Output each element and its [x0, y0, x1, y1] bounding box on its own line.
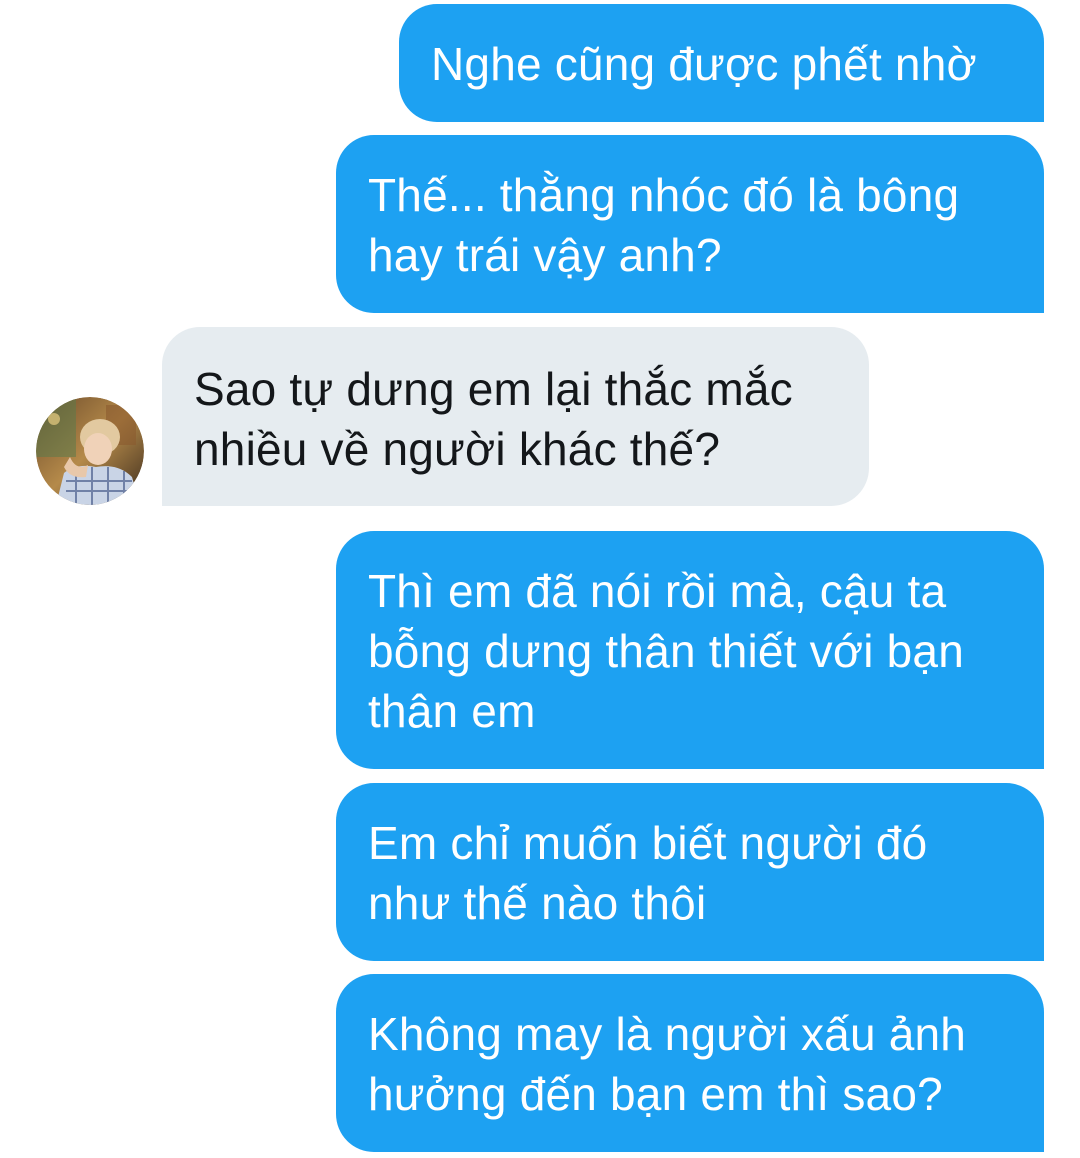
message-text: nhiều về người khác thế? [194, 423, 721, 475]
outgoing-message-bubble[interactable]: Nghe cũng được phết nhờ [399, 4, 1044, 122]
message-text: hưởng đến bạn em thì sao? [368, 1068, 943, 1120]
avatar[interactable] [36, 397, 144, 505]
outgoing-message-bubble[interactable]: Em chỉ muốn biết người đó như thế nào th… [336, 783, 1044, 961]
incoming-message-bubble[interactable]: Sao tự dưng em lại thắc mắc nhiều về ngư… [162, 327, 869, 506]
message-text: thân em [368, 685, 536, 737]
message-text: Nghe cũng được phết nhờ [431, 38, 977, 90]
outgoing-message-bubble[interactable]: Thì em đã nói rồi mà, cậu ta bỗng dưng t… [336, 531, 1044, 769]
message-text: hay trái vậy anh? [368, 229, 722, 281]
message-text: Thì em đã nói rồi mà, cậu ta [368, 565, 947, 617]
outgoing-message-bubble[interactable]: Thế... thằng nhóc đó là bông hay trái vậ… [336, 135, 1044, 313]
message-text: Em chỉ muốn biết người đó [368, 817, 928, 869]
message-text: bỗng dưng thân thiết với bạn [368, 625, 964, 677]
message-text: Sao tự dưng em lại thắc mắc [194, 363, 793, 415]
user-avatar-photo-icon [36, 397, 144, 505]
message-text: như thế nào thôi [368, 877, 707, 929]
outgoing-message-bubble[interactable]: Không may là người xấu ảnh hưởng đến bạn… [336, 974, 1044, 1152]
message-text: Không may là người xấu ảnh [368, 1008, 967, 1060]
message-text: Thế... thằng nhóc đó là bông [368, 169, 960, 221]
